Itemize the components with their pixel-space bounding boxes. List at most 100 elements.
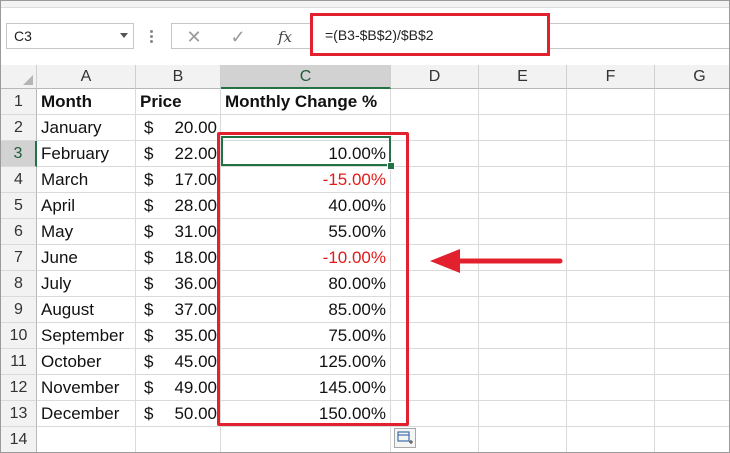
cell-empty[interactable] (655, 349, 729, 375)
cell-empty[interactable] (655, 323, 729, 349)
cell-empty[interactable] (567, 193, 655, 219)
column-header-b[interactable]: B (136, 65, 221, 89)
column-header-e[interactable]: E (479, 65, 567, 89)
cell-price[interactable]: $36.00 (136, 271, 221, 297)
enter-icon[interactable]: ✓ (226, 26, 250, 48)
cell-month[interactable]: January (37, 115, 136, 141)
quick-analysis-icon[interactable] (394, 428, 416, 448)
cell-empty[interactable] (479, 193, 567, 219)
cell-empty[interactable] (479, 167, 567, 193)
row-header[interactable]: 4 (1, 167, 37, 193)
cell-empty[interactable] (655, 297, 729, 323)
cell-empty[interactable] (479, 297, 567, 323)
cell-empty[interactable] (655, 115, 729, 141)
cell-empty[interactable] (567, 219, 655, 245)
cell-f14[interactable] (567, 427, 655, 452)
column-header-c[interactable]: C (221, 65, 391, 89)
formula-input[interactable]: =(B3-$B$2)/$B$2 (310, 13, 550, 56)
cell-empty[interactable] (655, 375, 729, 401)
cell-month[interactable]: June (37, 245, 136, 271)
cell-price[interactable]: $50.00 (136, 401, 221, 427)
cell-price[interactable]: $20.00 (136, 115, 221, 141)
cell-month[interactable]: November (37, 375, 136, 401)
cell-empty[interactable] (479, 375, 567, 401)
cell-g1[interactable] (655, 89, 729, 115)
row-header[interactable]: 11 (1, 349, 37, 375)
cell-empty[interactable] (479, 323, 567, 349)
cell-month[interactable]: December (37, 401, 136, 427)
drag-handle-icon[interactable] (150, 30, 154, 44)
cell-month[interactable]: October (37, 349, 136, 375)
cell-price[interactable]: $49.00 (136, 375, 221, 401)
cell-empty[interactable] (479, 115, 567, 141)
cell-empty[interactable] (567, 349, 655, 375)
row-header[interactable]: 1 (1, 89, 37, 115)
cell-c1[interactable]: Monthly Change % (221, 89, 391, 115)
row-header[interactable]: 12 (1, 375, 37, 401)
cell-e1[interactable] (479, 89, 567, 115)
cell-empty[interactable] (567, 115, 655, 141)
function-icon[interactable]: fx (272, 26, 298, 48)
chevron-down-icon[interactable] (120, 33, 128, 38)
row-header[interactable]: 13 (1, 401, 37, 427)
cell-empty[interactable] (655, 193, 729, 219)
cell-a1[interactable]: Month (37, 89, 136, 115)
cell-price[interactable]: $31.00 (136, 219, 221, 245)
cell-b14[interactable] (136, 427, 221, 452)
column-header-f[interactable]: F (567, 65, 655, 89)
cell-a14[interactable] (37, 427, 136, 452)
cell-e14[interactable] (479, 427, 567, 452)
cell-empty[interactable] (655, 141, 729, 167)
cell-empty[interactable] (655, 245, 729, 271)
cell-month[interactable]: April (37, 193, 136, 219)
column-header-g[interactable]: G (655, 65, 729, 89)
cell-price[interactable]: $37.00 (136, 297, 221, 323)
cell-empty[interactable] (567, 245, 655, 271)
cell-empty[interactable] (655, 401, 729, 427)
cell-d1[interactable] (391, 89, 479, 115)
row-header[interactable]: 2 (1, 115, 37, 141)
cell-g14[interactable] (655, 427, 729, 452)
row-header[interactable]: 5 (1, 193, 37, 219)
cell-empty[interactable] (567, 375, 655, 401)
cell-price[interactable]: $22.00 (136, 141, 221, 167)
cell-c14[interactable] (221, 427, 391, 452)
cell-empty[interactable] (567, 323, 655, 349)
row-header[interactable]: 9 (1, 297, 37, 323)
cell-empty[interactable] (479, 401, 567, 427)
formula-input-extension[interactable] (550, 23, 729, 49)
row-header[interactable]: 7 (1, 245, 37, 271)
cell-empty[interactable] (655, 219, 729, 245)
row-header[interactable]: 14 (1, 427, 37, 452)
cell-month[interactable]: February (37, 141, 136, 167)
cell-month[interactable]: August (37, 297, 136, 323)
row-header[interactable]: 8 (1, 271, 37, 297)
cell-b1[interactable]: Price (136, 89, 221, 115)
cell-month[interactable]: March (37, 167, 136, 193)
cell-month[interactable]: September (37, 323, 136, 349)
cell-price[interactable]: $18.00 (136, 245, 221, 271)
cell-price[interactable]: $17.00 (136, 167, 221, 193)
row-header[interactable]: 3 (1, 141, 37, 167)
row-header[interactable]: 10 (1, 323, 37, 349)
cancel-icon[interactable]: ✕ (182, 26, 206, 48)
cell-empty[interactable] (567, 401, 655, 427)
cell-month[interactable]: May (37, 219, 136, 245)
select-all-button[interactable] (1, 65, 37, 89)
cell-month[interactable]: July (37, 271, 136, 297)
cell-empty[interactable] (567, 167, 655, 193)
cell-f1[interactable] (567, 89, 655, 115)
cell-empty[interactable] (567, 271, 655, 297)
cell-empty[interactable] (479, 141, 567, 167)
row-header[interactable]: 6 (1, 219, 37, 245)
cell-empty[interactable] (655, 167, 729, 193)
cell-empty[interactable] (655, 271, 729, 297)
column-header-a[interactable]: A (37, 65, 136, 89)
cell-price[interactable]: $45.00 (136, 349, 221, 375)
column-header-d[interactable]: D (391, 65, 479, 89)
cell-price[interactable]: $28.00 (136, 193, 221, 219)
cell-empty[interactable] (567, 141, 655, 167)
cell-empty[interactable] (567, 297, 655, 323)
cell-price[interactable]: $35.00 (136, 323, 221, 349)
name-box[interactable]: C3 (6, 23, 134, 49)
